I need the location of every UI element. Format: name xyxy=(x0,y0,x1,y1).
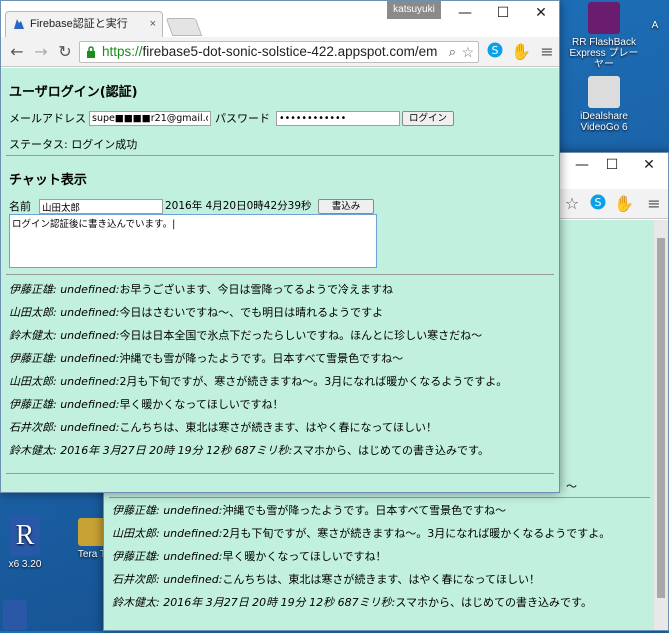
rr-flashback-icon xyxy=(588,2,620,34)
page-content: ユーザログイン(認証) メールアドレス パスワード ログイン ステータス: ログ… xyxy=(1,68,559,492)
chat-message: 石井次郎: undefined:こんちちは、東北は寒さが続きます、はやく春になっ… xyxy=(9,421,438,434)
main-window-titlebar: Firebase認証と実行 × katsuyuki — ☐ ✕ xyxy=(1,1,559,37)
back-arrow-icon[interactable]: ← xyxy=(7,42,27,62)
message-textarea[interactable]: ログイン認証後に書き込んでいます。| xyxy=(9,214,377,268)
maximize-button[interactable]: ☐ xyxy=(485,5,521,21)
bookmark-star-icon[interactable]: ☆ xyxy=(461,42,474,62)
menu-icon[interactable]: ≡ xyxy=(537,42,557,62)
desktop-icon-idealshare[interactable]: iDealshare VideoGo 6 xyxy=(566,76,642,133)
chat-message: 山田太郎: undefined:今日はさむいですね〜、でも明日は晴れるようですよ xyxy=(9,306,384,319)
mail-label: メールアドレス xyxy=(9,112,86,125)
chat-message: 石井次郎: undefined:こんちちは、東北は寒さが続きます、はやく春になっ… xyxy=(112,573,541,586)
chat-message: 伊藤正雄: undefined:お早うございます、今日は雪降ってるようで冷えます… xyxy=(9,283,394,296)
divider xyxy=(6,155,554,156)
url-scheme: https:// xyxy=(102,44,143,59)
close-button[interactable]: ✕ xyxy=(631,157,667,173)
write-button[interactable]: 書込み xyxy=(318,199,374,214)
login-heading: ユーザログイン(認証) xyxy=(9,85,138,100)
tera-term-icon xyxy=(78,518,106,546)
desktop-icon-r[interactable]: R x6 3.20 xyxy=(0,516,50,570)
status-value: ログイン成功 xyxy=(71,138,138,151)
main-browser-window[interactable]: Firebase認証と実行 × katsuyuki — ☐ ✕ ← → ↻ ht… xyxy=(0,0,560,493)
chat-message: 山田太郎: undefined:2月も下旬ですが、寒さが続きますね〜。3月になれ… xyxy=(112,527,611,540)
search-icon[interactable]: ⌕ xyxy=(449,42,456,62)
skype-icon[interactable]: S xyxy=(485,42,505,62)
chat-message: 鈴木健太: undefined:今日は日本全国で氷点下だったらしいですね。ほんと… xyxy=(9,329,483,342)
password-field[interactable] xyxy=(276,111,400,126)
close-button[interactable]: ✕ xyxy=(523,5,559,21)
chat-message: 伊藤正雄: undefined:早く暖かくなってほしいですね！ xyxy=(9,398,284,411)
chat-message: 山田太郎: undefined:2月も下旬ですが、寒さが続きますね〜。3月になれ… xyxy=(9,375,508,388)
status-label: ステータス: ログイン成功 xyxy=(9,138,138,151)
desktop-icon-label: A xyxy=(651,20,659,31)
extension-icon[interactable]: ✋ xyxy=(511,42,531,62)
tab-close-icon[interactable]: × xyxy=(150,12,156,36)
password-label: パスワード xyxy=(215,112,270,125)
chat-heading: チャット表示 xyxy=(9,173,87,188)
desktop-icon-a[interactable]: A xyxy=(640,20,669,31)
url-text: firebase5-dot-sonic-solstice-422.appspot… xyxy=(142,44,438,59)
scrollbar-thumb[interactable] xyxy=(657,238,665,598)
email-field[interactable] xyxy=(89,111,211,126)
divider xyxy=(109,497,650,498)
chat-message: 伊藤正雄: undefined:沖縄でも雪が降ったようです。日本すべて雪景色です… xyxy=(9,352,404,365)
star-icon[interactable]: ☆ xyxy=(562,194,582,214)
lock-icon xyxy=(87,46,95,58)
firebase-tab-icon xyxy=(14,19,24,29)
desktop-icon-rr-flashback[interactable]: RR FlashBack Express プレーヤー xyxy=(566,2,642,70)
chat-message: 伊藤正雄: undefined:早く暖かくなってほしいですね！ xyxy=(112,550,387,563)
chat-message: 伊藤正雄: undefined:沖縄でも雪が降ったようです。日本すべて雪景色です… xyxy=(112,504,507,517)
desktop-icon-label: Tera T xyxy=(77,549,107,560)
profile-name-badge[interactable]: katsuyuki xyxy=(387,1,441,19)
extension-icon[interactable]: ✋ xyxy=(614,194,634,214)
name-label: 名前 xyxy=(9,200,31,213)
desktop-icon-label: RR FlashBack Express プレーヤー xyxy=(569,37,639,70)
new-tab-button[interactable] xyxy=(165,18,203,36)
skype-icon[interactable]: S xyxy=(588,194,608,214)
svg-text:S: S xyxy=(595,196,602,209)
menu-icon[interactable]: ≡ xyxy=(644,194,664,214)
reload-icon[interactable]: ↻ xyxy=(55,42,75,62)
desktop-icon-r2[interactable] xyxy=(0,600,30,633)
r-app-icon xyxy=(3,600,27,630)
maximize-button[interactable]: ☐ xyxy=(594,157,630,173)
minimize-button[interactable]: — xyxy=(447,5,483,21)
r-app-icon: R xyxy=(10,516,40,556)
divider xyxy=(6,473,554,474)
scrollbar[interactable] xyxy=(654,220,668,630)
address-bar[interactable]: https://firebase5-dot-sonic-solstice-422… xyxy=(79,41,479,63)
forward-arrow-icon[interactable]: → xyxy=(31,42,51,62)
login-button[interactable]: ログイン xyxy=(402,111,454,126)
desktop-icon-label: iDealshare VideoGo 6 xyxy=(580,111,628,133)
divider xyxy=(6,274,554,275)
browser-tab[interactable]: Firebase認証と実行 × xyxy=(5,11,163,37)
timestamp-text: 2016年 4月20日0時42分39秒 xyxy=(165,200,312,212)
chat-message: 鈴木健太: 2016年 3月27日 20時 19分 12秒 687ミリ秒:スマホ… xyxy=(112,596,592,609)
name-field[interactable] xyxy=(39,199,163,214)
browser-toolbar: ← → ↻ https://firebase5-dot-sonic-solsti… xyxy=(1,37,559,67)
tab-title: Firebase認証と実行 xyxy=(30,18,128,30)
chat-message: 鈴木健太: 2016年 3月27日 20時 19分 12秒 687ミリ秒:スマホ… xyxy=(9,444,489,457)
idealshare-icon xyxy=(588,76,620,108)
partial-message-line: 〜 xyxy=(566,480,577,493)
svg-text:S: S xyxy=(492,44,499,57)
desktop-icon-label: x6 3.20 xyxy=(8,559,42,570)
